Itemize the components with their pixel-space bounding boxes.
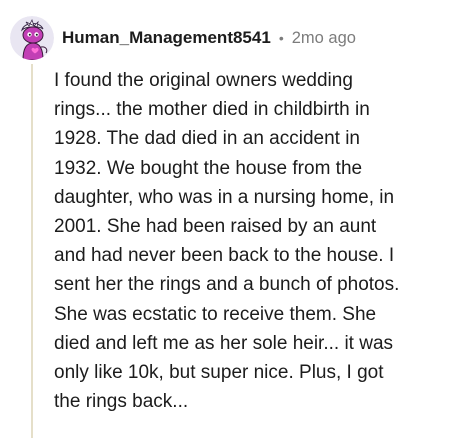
- snoo-avatar-icon: [10, 16, 54, 60]
- username-link[interactable]: Human_Management8541: [62, 28, 271, 48]
- comment-line: I found the original owners wedding: [54, 70, 353, 91]
- comment-line: rings... the mother died in childbirth i…: [54, 99, 370, 121]
- thread-line[interactable]: [31, 64, 33, 438]
- comment-body: I found the original owners wedding ring…: [54, 66, 454, 416]
- timestamp-link[interactable]: 2mo ago: [292, 29, 356, 48]
- comment-line: only like 10k, but super nice. Plus, I g…: [54, 362, 384, 384]
- comment-line: sent her the rings and a bunch of photos…: [54, 274, 400, 296]
- comment-header: Human_Management8541 • 2mo ago: [62, 26, 356, 50]
- avatar[interactable]: [10, 16, 54, 60]
- comment-line: 1928. The dad died in an accident in: [54, 128, 360, 150]
- meta-separator: •: [278, 30, 284, 46]
- comment-line: the rings back...: [54, 391, 189, 413]
- comment-line: 1932. We bought the house from the: [54, 157, 363, 179]
- comment-line: 2001. She had been raised by an aunt: [54, 216, 377, 238]
- comment: Human_Management8541 • 2mo ago I found t…: [0, 0, 461, 438]
- comment-line: died and left me as her sole heir... it …: [54, 332, 394, 354]
- comment-line: and had never been back to the house. I: [54, 245, 395, 267]
- comment-line: daughter, who was in a nursing home, in: [54, 186, 395, 208]
- comment-line: She was ecstatic to receive them. She: [54, 303, 377, 325]
